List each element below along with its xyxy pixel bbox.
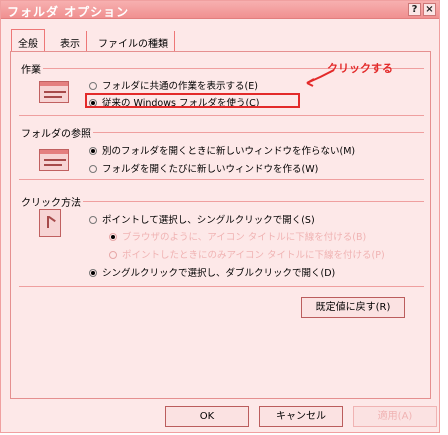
option-double-click[interactable]: シングルクリックで選択し、ダブルクリックで開く(D): [89, 265, 335, 279]
folder-options-window: フォルダ オプション ? × 全般 表示 ファイルの種類 作業 フォルダに共通の…: [0, 0, 440, 433]
ok-button[interactable]: OK: [165, 406, 249, 427]
browse-icon: [39, 149, 69, 171]
cancel-button[interactable]: キャンセル: [259, 406, 343, 427]
restore-defaults-button[interactable]: 既定値に戻す(R): [301, 297, 405, 318]
option-same-window[interactable]: 別のフォルダを開くときに新しいウィンドウを作らない(M): [89, 143, 355, 157]
tab-file-types[interactable]: ファイルの種類: [92, 31, 175, 51]
cursor-icon: [39, 209, 61, 237]
annotation-text: クリックする: [327, 62, 393, 75]
title-bar: フォルダ オプション ? ×: [1, 1, 439, 19]
apply-button: 適用(A): [353, 406, 437, 427]
option-single-click[interactable]: ポイントして選択し、シングルクリックで開く(S): [89, 212, 315, 226]
tab-general[interactable]: 全般: [11, 29, 45, 51]
option-underline-always: ブラウザのように、アイコン タイトルに下線を付ける(B): [109, 229, 366, 243]
browse-group-title: フォルダの参照: [19, 125, 93, 140]
radio-underline-always: [109, 232, 117, 241]
annotation-arrow-icon: [306, 69, 335, 87]
option-common-tasks[interactable]: フォルダに共通の作業を表示する(E): [89, 78, 258, 92]
tasks-icon: [39, 81, 69, 103]
radio-single-click[interactable]: [89, 215, 97, 224]
tasks-group-title: 作業: [19, 61, 43, 76]
tab-view[interactable]: 表示: [54, 31, 87, 51]
option-new-window[interactable]: フォルダを開くたびに新しいウィンドウを作る(W): [89, 161, 318, 175]
radio-new-window[interactable]: [89, 164, 97, 173]
annotation-highlight-box: [85, 93, 300, 108]
radio-underline-hover: [109, 250, 117, 259]
window-title: フォルダ オプション: [7, 5, 130, 19]
radio-common-tasks[interactable]: [89, 81, 97, 90]
help-button[interactable]: ?: [408, 3, 421, 16]
click-group-title: クリック方法: [19, 194, 83, 209]
radio-double-click[interactable]: [89, 268, 97, 277]
option-underline-hover: ポイントしたときにのみアイコン タイトルに下線を付ける(P): [109, 247, 385, 261]
close-button[interactable]: ×: [423, 3, 436, 16]
radio-same-window[interactable]: [89, 146, 97, 155]
